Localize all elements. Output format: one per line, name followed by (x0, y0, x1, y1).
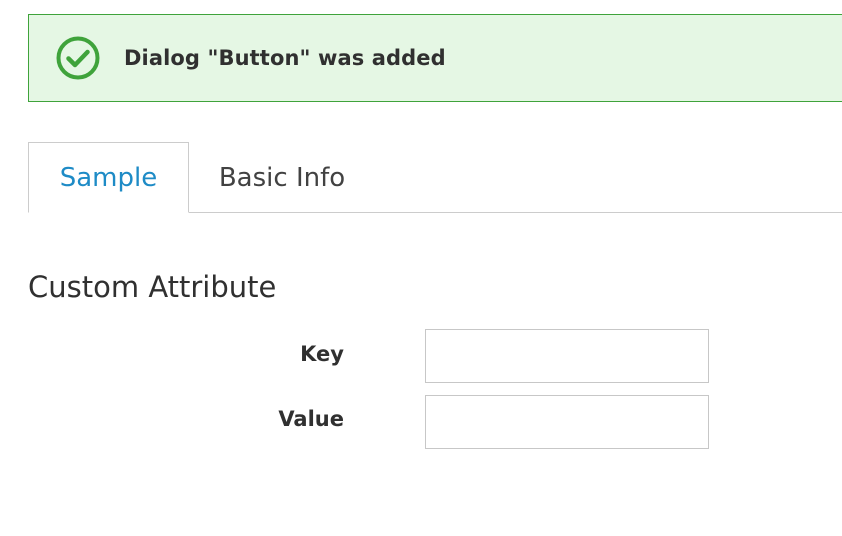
notification-message: Dialog "Button" was added (124, 46, 446, 70)
value-label: Value (278, 407, 344, 431)
check-circle-icon (55, 35, 101, 81)
tab-sample[interactable]: Sample (28, 142, 189, 213)
tab-basic-info[interactable]: Basic Info (189, 142, 375, 213)
success-notification: Dialog "Button" was added (28, 14, 842, 102)
key-label: Key (300, 342, 344, 366)
tab-bar: Sample Basic Info (28, 142, 842, 213)
section-title: Custom Attribute (28, 270, 277, 304)
value-input[interactable] (425, 395, 709, 449)
page: Dialog "Button" was added Sample Basic I… (0, 0, 842, 536)
key-input[interactable] (425, 329, 709, 383)
